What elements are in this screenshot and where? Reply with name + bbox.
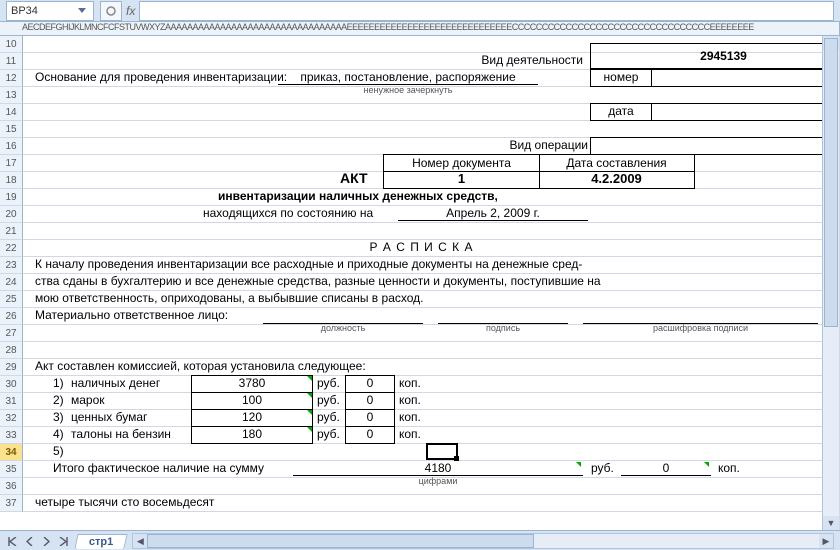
tab-nav-first-icon[interactable] [4,533,20,549]
row-header[interactable]: 11 [0,53,23,70]
row-header[interactable]: 17 [0,155,23,172]
row-header[interactable]: 36 [0,478,23,495]
scroll-down-icon[interactable]: ▼ [823,516,839,530]
total-kop: 0 [621,461,711,476]
tab-nav-next-icon[interactable] [38,533,54,549]
title-line2: находящихся по состоянию на [203,206,373,220]
row-header[interactable]: 14 [0,104,23,121]
vertical-scrollbar[interactable]: ▲ ▼ [822,36,839,530]
row-header[interactable]: 37 [0,495,23,512]
title-line1: инвентаризации наличных денежных средств… [218,189,498,203]
row-header[interactable]: 35 [0,461,23,478]
scroll-left-icon[interactable]: ◀ [133,534,147,548]
as-of-date: Апрель 2, 2009 г. [398,206,588,221]
paragraph-line: ства сданы в бухгалтерию и все денежные … [35,274,601,288]
tab-nav-prev-icon[interactable] [21,533,37,549]
commission-intro: Акт составлен комиссией, которая установ… [35,359,366,373]
row-header[interactable]: 28 [0,342,23,359]
name-box[interactable]: BP34 [6,1,94,21]
row-header[interactable]: 18 [0,172,23,189]
tab-nav-last-icon[interactable] [55,533,71,549]
receipt-title: Р А С П И С К А [23,240,820,254]
docnum-value: 1 [383,171,540,189]
item-kop: 0 [345,392,395,410]
item-rub: 3780 [191,375,313,393]
name-box-text: BP34 [11,5,38,17]
sheet-tab[interactable]: стр1 [74,534,128,549]
act-title: АКТ [340,170,368,186]
hscroll-thumb[interactable] [147,534,534,548]
basis-label: Основание для проведения инвентаризации: [35,70,287,84]
item-name: ценных бумаг [71,410,147,424]
fx-icon[interactable]: fx [126,4,135,18]
row-header[interactable]: 13 [0,87,23,104]
name-box-dropdown-icon[interactable] [75,4,89,18]
row-header[interactable]: 23 [0,257,23,274]
cancel-formula-button[interactable] [100,1,122,21]
row-header[interactable]: 20 [0,206,23,223]
total-rub: 4180 [293,461,583,476]
row-header[interactable]: 22 [0,240,23,257]
row-header[interactable]: 15 [0,121,23,138]
row-header[interactable]: 26 [0,308,23,325]
formula-bar-input[interactable] [139,1,834,21]
row-header[interactable]: 12 [0,70,23,87]
row-header[interactable]: 34 [0,444,23,461]
item-name: талоны на бензин [71,427,171,441]
docdate-value: 4.2.2009 [539,171,695,189]
docnum-label: Номер документа [383,154,540,172]
row-header[interactable]: 19 [0,189,23,206]
row-header[interactable]: 29 [0,359,23,376]
vscroll-thumb[interactable] [824,38,838,327]
basis-value: приказ, постановление, распоряжение [278,70,538,85]
item-name: наличных денег [71,376,160,390]
docdate-label: Дата составления [539,154,695,172]
item-kop: 0 [345,409,395,427]
number-label: номер [590,69,652,87]
responsible-label: Материально ответственное лицо: [35,308,228,322]
row-header[interactable]: 31 [0,393,23,410]
item-kop: 0 [345,375,395,393]
total-words: четыре тысячи сто восемьдесят [35,495,214,509]
item-kop: 0 [345,426,395,444]
selected-cell[interactable] [426,443,458,460]
worksheet-grid[interactable]: 1011Вид деятельности294513912Основание д… [0,36,840,530]
row-header[interactable]: 24 [0,274,23,291]
row-header[interactable]: 25 [0,291,23,308]
activity-value: 2945139 [590,43,840,69]
basis-note: ненужное зачеркнуть [278,85,538,95]
item-name: марок [71,393,105,407]
row-header[interactable]: 16 [0,138,23,155]
activity-label: Вид деятельности [433,53,587,69]
scroll-right-icon[interactable]: ▶ [819,534,833,548]
row-header[interactable]: 32 [0,410,23,427]
item-rub: 180 [191,426,313,444]
column-header-row[interactable]: AECDEFGHIJKLMNCFCFSTUVWXYZAAAAAAAAAAAAAA… [0,22,840,36]
optype-label: Вид операции [488,138,588,152]
total-label: Итого фактическое наличие на сумму [53,461,264,475]
row-header[interactable]: 10 [0,36,23,53]
item-rub: 120 [191,409,313,427]
row-header[interactable]: 33 [0,427,23,444]
paragraph-line: К началу проведения инвентаризации все р… [35,257,582,271]
row-header[interactable]: 27 [0,325,23,342]
date-label: дата [590,103,652,121]
horizontal-scrollbar[interactable]: ◀ ▶ [132,533,834,549]
row-header[interactable]: 30 [0,376,23,393]
paragraph-line: мою ответственность, оприходованы, а выб… [35,291,423,305]
optype-value [590,137,840,155]
row-header[interactable]: 21 [0,223,23,240]
item-rub: 100 [191,392,313,410]
